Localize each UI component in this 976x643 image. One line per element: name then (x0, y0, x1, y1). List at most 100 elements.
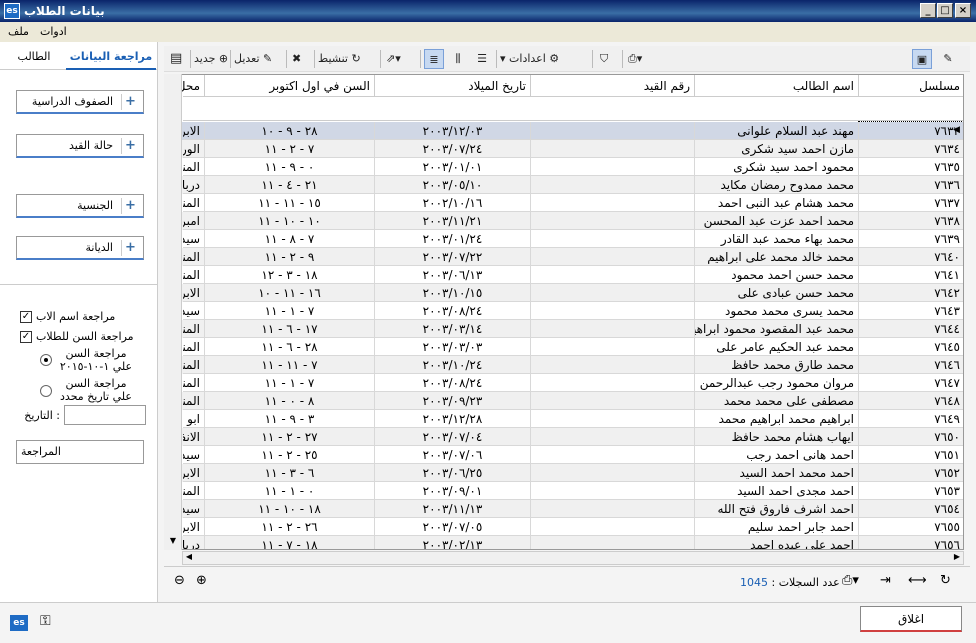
cell-student-name[interactable]: محمد بهاء محمد عبد القادر (695, 230, 859, 248)
cell-birth-date[interactable]: ٢٠٠٣/١٢/٠٣ (375, 122, 531, 140)
cell-place[interactable]: المندر (183, 158, 205, 176)
tab-data-review[interactable]: مراجعة البيانات (66, 46, 156, 70)
cell-reg-number[interactable] (531, 248, 695, 266)
age-review-checkbox[interactable]: ✓ (20, 331, 32, 343)
cell-place[interactable]: سيدي (183, 302, 205, 320)
cell-serial[interactable]: ٧٦٣٤ (859, 140, 963, 158)
cell-student-name[interactable]: محمد طارق محمد حافظ (695, 356, 859, 374)
cell-age[interactable]: ٢١ - ٤ - ١١ (205, 176, 375, 194)
plus-icon[interactable]: + (121, 240, 139, 256)
cell-place[interactable]: المندر (183, 338, 205, 356)
table-row[interactable]: ٧٦٥٣ احمد مجدى احمد السيد ٢٠٠٣/٠٩/٠١ ٠ - ١ … (165, 482, 963, 500)
table-row[interactable]: ٧٦٣٩ محمد بهاء محمد عبد القادر ٢٠٠٣/٠١/٢٤ ٧… (165, 230, 963, 248)
cell-serial[interactable]: ٧٦٤٧ (859, 374, 963, 392)
cell-age[interactable]: ٧ - ١ - ١١ (205, 302, 375, 320)
filter-grades[interactable]: الصفوف الدراسية + (16, 90, 144, 114)
print-icon[interactable]: ⎙▾ (842, 573, 859, 588)
cell-age[interactable]: ٩ - ٢ - ١١ (205, 248, 375, 266)
table-row[interactable]: ٧٦٣٣ مهند عبد السلام علوانى ٢٠٠٣/١٢/٠٣ ٢٨ -… (165, 121, 963, 141)
cell-age[interactable]: ٦ - ٣ - ١١ (205, 464, 375, 482)
table-row[interactable]: ٧٦٣٧ محمد هشام عبد النبى احمد ٢٠٠٢/١٠/١٦ ١٥… (165, 194, 963, 212)
cell-place[interactable]: المندر (183, 320, 205, 338)
cell-birth-date[interactable]: ٢٠٠٣/١١/١٣ (375, 500, 531, 518)
cell-place[interactable]: دربالا (183, 176, 205, 194)
cell-reg-number[interactable] (531, 230, 695, 248)
table-row[interactable]: ٧٦٣٨ محمد احمد عزت عبد المحسن ٢٠٠٣/١١/٢١ ١٠… (165, 212, 963, 230)
cell-birth-date[interactable]: ٢٠٠٣/٠٣/٠٣ (375, 338, 531, 356)
cell-serial[interactable]: ٧٦٤٢ (859, 284, 963, 302)
cell-age[interactable]: ٢٦ - ٢ - ١١ (205, 518, 375, 536)
cell-age[interactable]: ٨ - ٠ - ١١ (205, 392, 375, 410)
plus-icon[interactable]: + (121, 138, 139, 154)
cell-birth-date[interactable]: ٢٠٠٣/٠٨/٢٤ (375, 374, 531, 392)
cell-reg-number[interactable] (531, 356, 695, 374)
col-place[interactable]: محل (177, 75, 205, 97)
cell-student-name[interactable]: ابراهيم محمد ابراهيم محمد (695, 410, 859, 428)
delete-icon[interactable]: ✖ (292, 49, 308, 69)
cell-birth-date[interactable]: ٢٠٠٣/٠٧/٢٢ (375, 248, 531, 266)
vertical-scrollbar[interactable]: ▼ (164, 74, 182, 550)
cell-serial[interactable]: ٧٦٥٠ (859, 428, 963, 446)
close-button[interactable]: اغلاق (860, 606, 962, 632)
cell-place[interactable]: المندر (183, 266, 205, 284)
cell-place[interactable]: ابو قير (183, 410, 205, 428)
cell-place[interactable]: سيدي (183, 230, 205, 248)
cell-age[interactable]: ٧ - ٢ - ١١ (205, 140, 375, 158)
table-row[interactable]: ٧٦٤٧ مروان محمود رجب عبدالرحمن ٢٠٠٣/٠٨/٢٤ ٧… (165, 374, 963, 392)
cell-birth-date[interactable]: ٢٠٠٣/٠٧/٠٤ (375, 428, 531, 446)
cell-birth-date[interactable]: ٢٠٠٣/٠٨/٢٤ (375, 302, 531, 320)
filter-enrollment-status[interactable]: حالة القيد + (16, 134, 144, 158)
cell-serial[interactable]: ٧٦٤٩ (859, 410, 963, 428)
maximize-button[interactable]: □ (937, 3, 953, 18)
cell-place[interactable]: الوري (183, 140, 205, 158)
cell-serial[interactable]: ٧٦٤٣ (859, 302, 963, 320)
table-row[interactable]: ٧٦٤٣ محمد يسرى محمد محمود ٢٠٠٣/٠٨/٢٤ ٧ - ١ … (165, 302, 963, 320)
cell-birth-date[interactable]: ٢٠٠٢/١٠/١٦ (375, 194, 531, 212)
columns-icon[interactable]: ⫼ (448, 49, 468, 69)
cell-age[interactable]: ١٨ - ٣ - ١٢ (205, 266, 375, 284)
table-row[interactable]: ٧٦٥٥ احمد جابر احمد سليم ٢٠٠٣/٠٧/٠٥ ٢٦ - ٢ … (165, 518, 963, 536)
cell-student-name[interactable]: محمد يسرى محمد محمود (695, 302, 859, 320)
cell-age[interactable]: ١٨ - ١٠ - ١١ (205, 500, 375, 518)
list-icon[interactable]: ☰ (472, 49, 492, 69)
cell-serial[interactable]: ٧٦٥١ (859, 446, 963, 464)
zoom-out-icon[interactable]: ⊖ (174, 573, 185, 588)
cell-age[interactable]: ٧ - ٨ - ١١ (205, 230, 375, 248)
cell-age[interactable]: ١٥ - ١١ - ١١ (205, 194, 375, 212)
cell-place[interactable]: المندر (183, 356, 205, 374)
table-row[interactable]: ٧٦٣٤ مازن احمد سيد شكرى ٢٠٠٣/٠٧/٢٤ ٧ - ٢ - … (165, 140, 963, 158)
filter-row[interactable] (183, 98, 963, 121)
cell-place[interactable]: الابرا (183, 122, 205, 140)
cell-student-name[interactable]: محمد خالد محمد على ابراهيم (695, 248, 859, 266)
cell-place[interactable]: سيدي (183, 500, 205, 518)
cell-place[interactable]: المندر (183, 374, 205, 392)
cell-reg-number[interactable] (531, 266, 695, 284)
cell-birth-date[interactable]: ٢٠٠٣/٠٧/٢٤ (375, 140, 531, 158)
cell-student-name[interactable]: محمد حسن احمد محمود (695, 266, 859, 284)
refresh-icon[interactable]: ↻ (940, 573, 951, 588)
cell-serial[interactable]: ٧٦٣٨ (859, 212, 963, 230)
cell-student-name[interactable]: محمد عبد الحكيم عامر على (695, 338, 859, 356)
cell-place[interactable]: سيدي (183, 446, 205, 464)
cell-reg-number[interactable] (531, 500, 695, 518)
print-icon[interactable]: ⎙▾ (628, 49, 658, 69)
zoom-out-icon[interactable]: ▤ (170, 49, 186, 69)
cell-student-name[interactable]: محمد احمد عزت عبد المحسن (695, 212, 859, 230)
cell-student-name[interactable]: محمد حسن عبادى على (695, 284, 859, 302)
cell-serial[interactable]: ٧٦٥٥ (859, 518, 963, 536)
cell-serial[interactable]: ٧٦٤٠ (859, 248, 963, 266)
scroll-left-icon[interactable]: ◀ (183, 552, 195, 564)
cell-reg-number[interactable] (531, 320, 695, 338)
new-button[interactable]: جديد ⊕ (194, 49, 228, 69)
cell-birth-date[interactable]: ٢٠٠٣/٠٩/٠١ (375, 482, 531, 500)
cell-place[interactable]: دربالا (183, 536, 205, 549)
cell-reg-number[interactable] (531, 302, 695, 320)
cell-student-name[interactable]: مهند عبد السلام علوانى (695, 122, 859, 140)
scroll-down-icon[interactable]: ▼ (166, 536, 180, 548)
cell-reg-number[interactable] (531, 464, 695, 482)
cell-student-name[interactable]: احمد اشرف فاروق فتح الله (695, 500, 859, 518)
cell-birth-date[interactable]: ٢٠٠٣/٠٧/٠٦ (375, 446, 531, 464)
cell-student-name[interactable]: مروان محمود رجب عبدالرحمن (695, 374, 859, 392)
table-row[interactable]: ٧٦٥٢ احمد محمد احمد السيد ٢٠٠٣/٠٦/٢٥ ٦ - ٣ … (165, 464, 963, 482)
cell-birth-date[interactable]: ٢٠٠٣/١٠/٢٤ (375, 356, 531, 374)
